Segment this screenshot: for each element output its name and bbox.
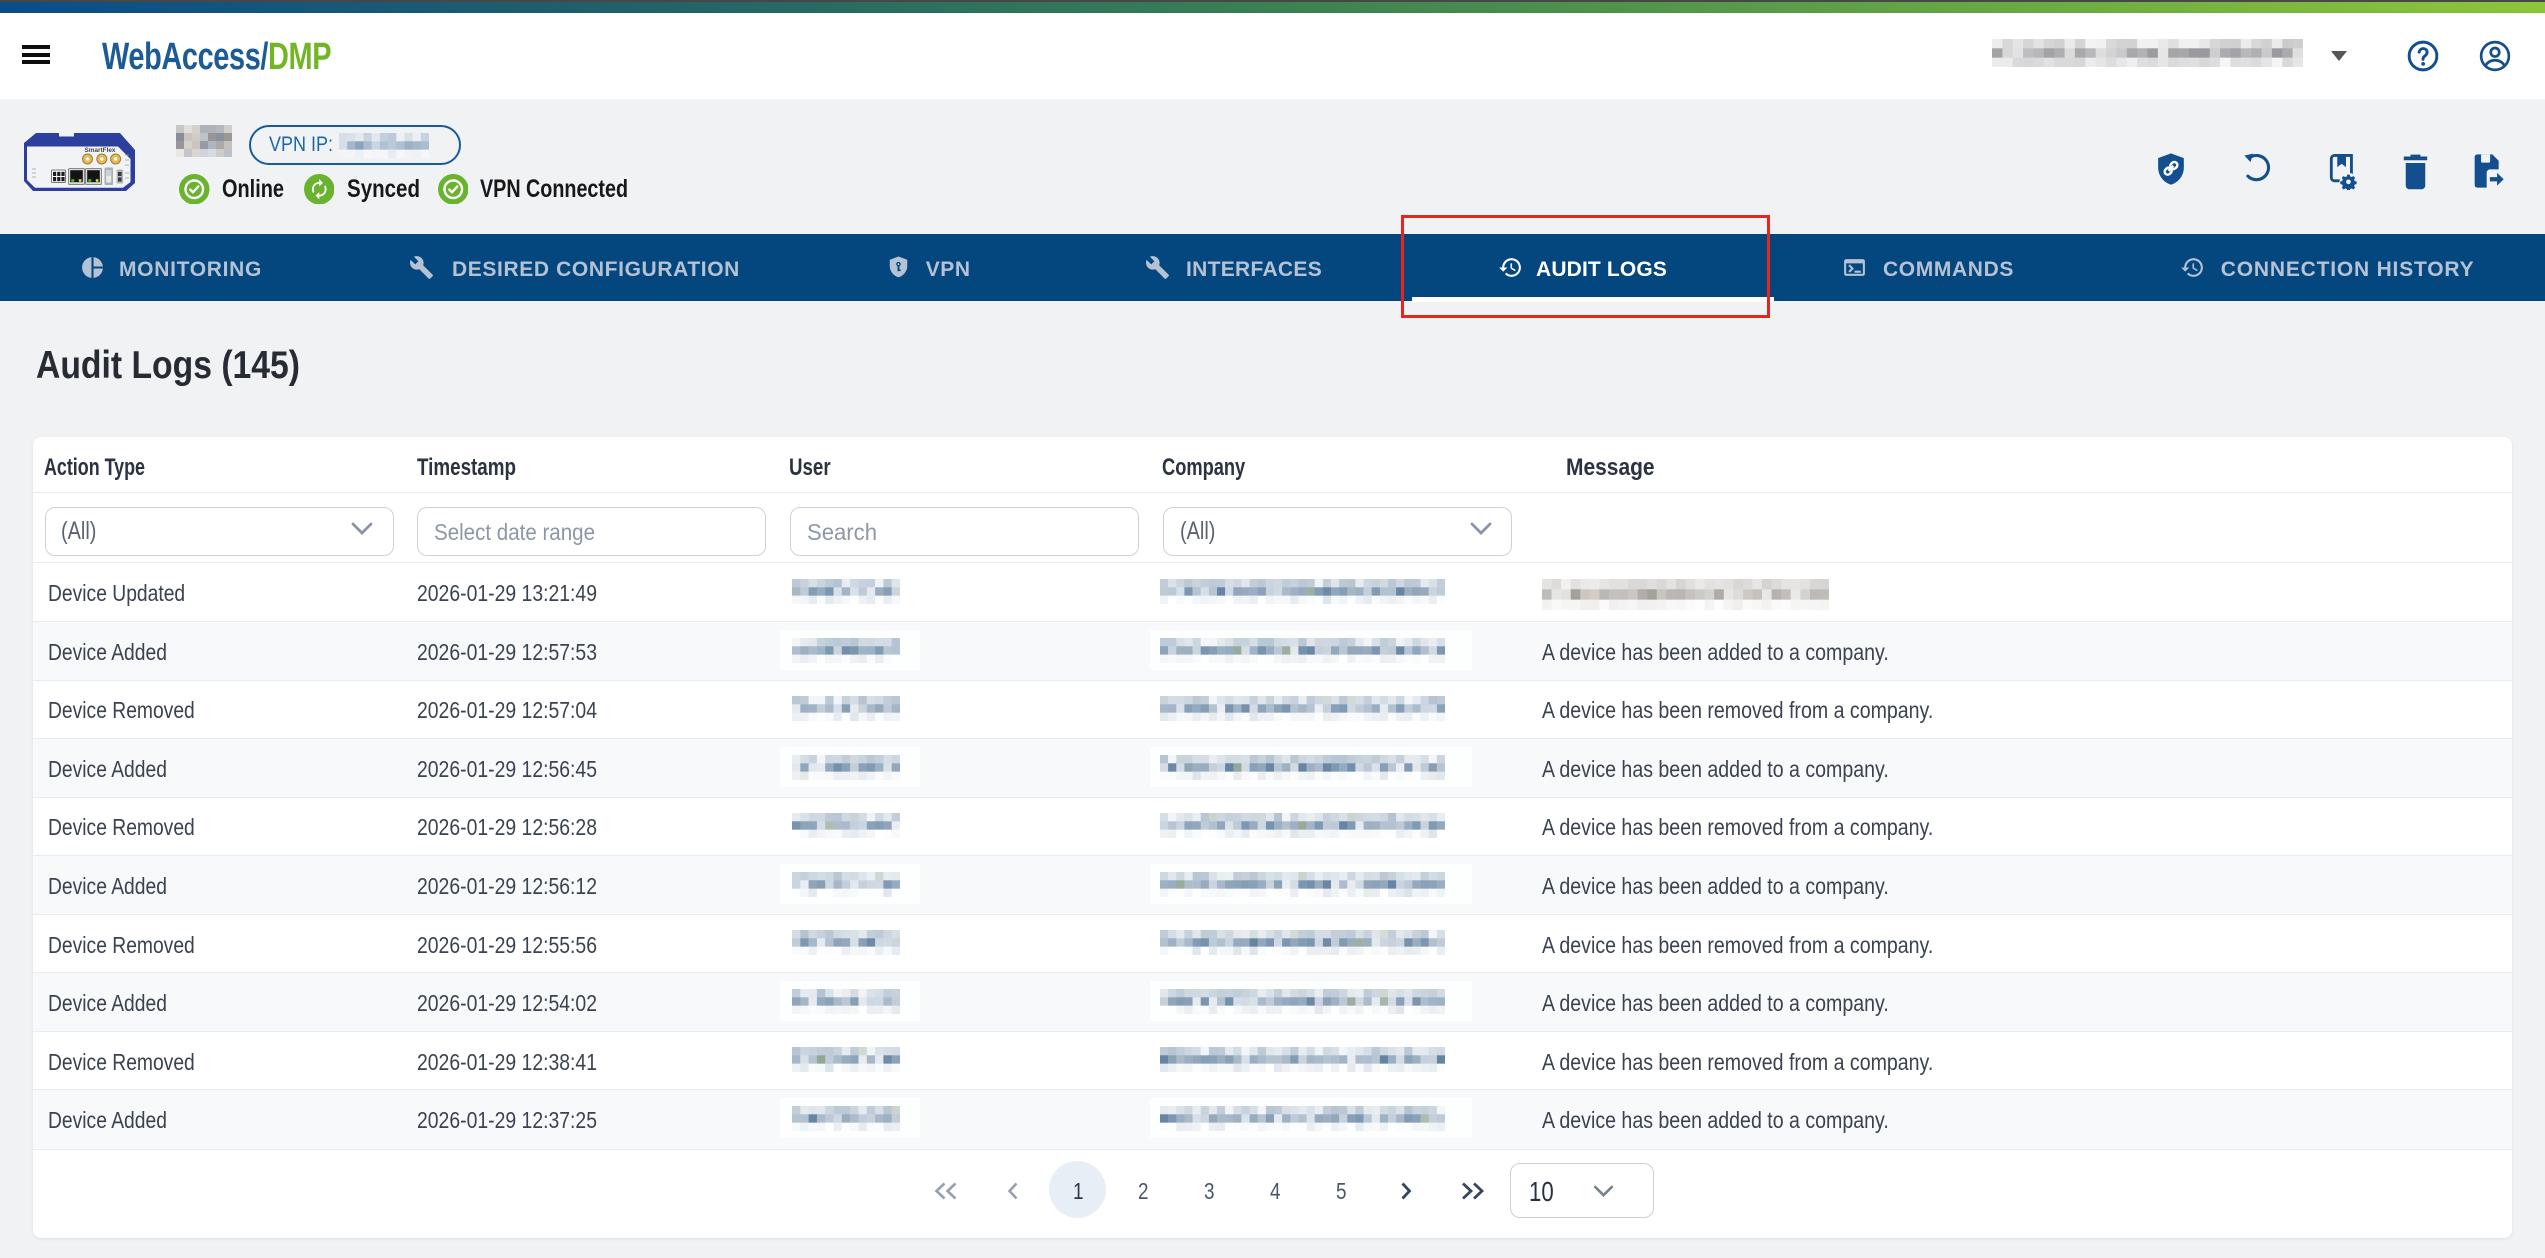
svg-text:SmartFlex: SmartFlex (85, 147, 116, 154)
